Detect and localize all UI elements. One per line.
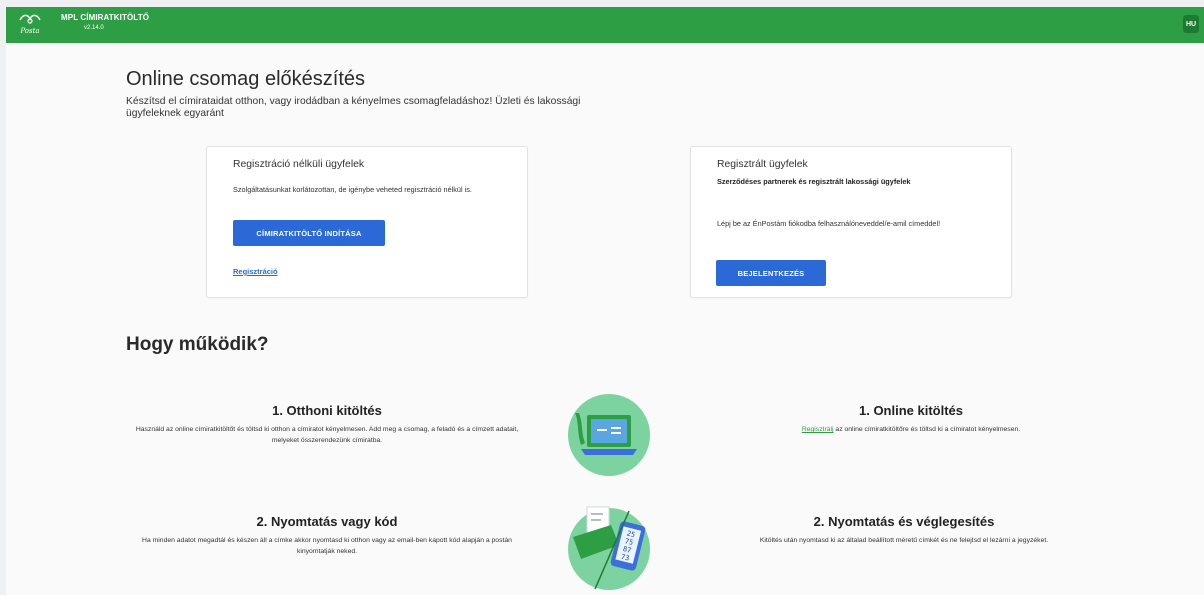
step-title: 2. Nyomtatás vagy kód bbox=[256, 514, 398, 529]
phone-code-icon: 25 75 87 73 bbox=[568, 506, 650, 590]
step-text-rest: az online címiratkitöltőre és töltsd ki … bbox=[833, 426, 1021, 433]
step-print-finalize: 2. Nyomtatás és véglegesítés Kitöltés ut… bbox=[698, 514, 1110, 546]
print-phone-illustration: 25 75 87 73 bbox=[567, 501, 651, 595]
language-button[interactable]: HU bbox=[1183, 15, 1199, 33]
step-title: 2. Nyomtatás és véglegesítés bbox=[813, 514, 995, 529]
registered-card: Regisztrált ügyfelek Szerződéses partner… bbox=[690, 146, 1012, 298]
app-frame: Posta MPL CÍMIRATKITÖLTŐ v2.14.0 HU Onli… bbox=[6, 7, 1204, 595]
registered-card-title: Regisztrált ügyfelek bbox=[717, 159, 808, 170]
page-description: Készítsd el címirataidat otthon, vagy ir… bbox=[126, 96, 581, 119]
app-title: MPL CÍMIRATKITÖLTŐ bbox=[61, 13, 150, 22]
registration-link[interactable]: Regisztráció bbox=[233, 267, 278, 276]
logo-text: Posta bbox=[19, 27, 39, 35]
step-online-fill: 1. Online kitöltés Regisztrálj az online… bbox=[746, 403, 1076, 435]
step-home-fill: 1. Otthoni kitöltés Használd az online c… bbox=[132, 403, 522, 446]
step-text: Ha minden adatot megadtál és készen áll … bbox=[142, 537, 512, 555]
registered-card-text: Lépj be az ÉnPostám fiókodba felhasználó… bbox=[717, 219, 941, 228]
posta-logo[interactable]: Posta bbox=[17, 11, 43, 39]
register-link[interactable]: Regisztrálj bbox=[802, 426, 834, 433]
step-title: 1. Online kitöltés bbox=[858, 403, 964, 418]
step-text: Kitöltés után nyomtasd ki az általad beá… bbox=[759, 537, 1049, 544]
step-print-or-code: 2. Nyomtatás vagy kód Ha minden adatot m… bbox=[124, 514, 530, 557]
unregistered-card-title: Regisztráció nélküli ügyfelek bbox=[233, 159, 365, 170]
step-title: 1. Otthoni kitöltés bbox=[272, 403, 382, 418]
page-title: Online csomag előkészítés bbox=[126, 68, 366, 90]
step-text: Regisztrálj az online címiratkitöltőre é… bbox=[746, 424, 1076, 435]
posthorn-icon: Posta bbox=[19, 14, 41, 35]
unregistered-card: Regisztráció nélküli ügyfelek Szolgáltat… bbox=[206, 146, 528, 298]
step-text: Használd az online címiratkitöltőt és tö… bbox=[135, 426, 519, 444]
login-button[interactable]: BEJELENTKEZÉS bbox=[716, 260, 826, 286]
start-filler-button[interactable]: CÍMIRATKITÖLTŐ INDÍTÁSA bbox=[233, 220, 385, 246]
registered-card-subtitle: Szerződéses partnerek és regisztrált lak… bbox=[717, 177, 911, 186]
laptop-icon bbox=[568, 394, 650, 476]
top-bar: Posta MPL CÍMIRATKITÖLTŐ v2.14.0 HU bbox=[6, 7, 1204, 43]
laptop-illustration bbox=[567, 393, 651, 477]
app-version: v2.14.0 bbox=[84, 25, 104, 31]
unregistered-card-text: Szolgáltatásunkat korlátozottan, de igén… bbox=[233, 185, 472, 194]
how-it-works-title: Hogy működik? bbox=[126, 334, 269, 355]
